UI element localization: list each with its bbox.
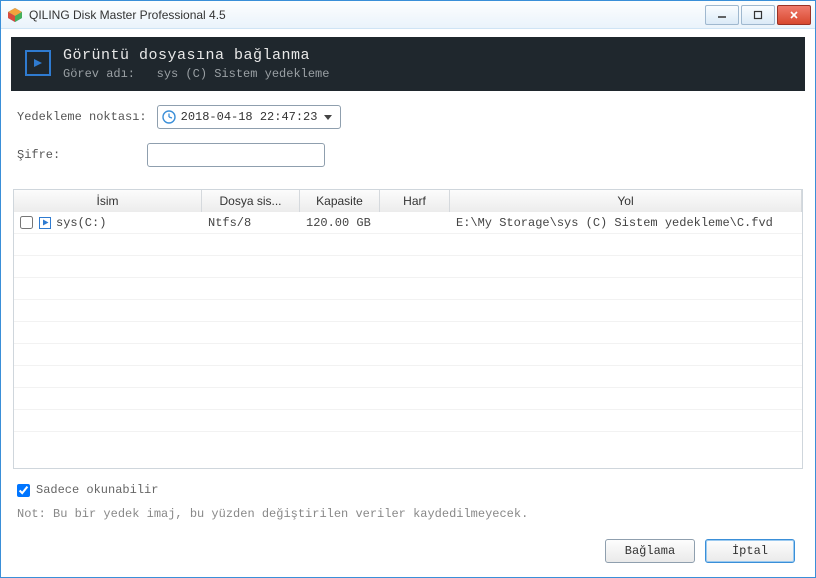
table-header-row: İsim Dosya sis... Kapasite Harf Yol <box>14 190 802 212</box>
backup-point-value: 2018-04-18 22:47:23 <box>181 110 318 124</box>
password-label: Şifre: <box>17 148 137 162</box>
readonly-label: Sadece okunabilir <box>36 483 158 497</box>
partition-table: İsim Dosya sis... Kapasite Harf Yol sys(… <box>13 189 803 469</box>
col-letter[interactable]: Harf <box>380 190 450 212</box>
subtitle-label: Görev adı: <box>63 67 135 81</box>
bottom-area: Sadece okunabilir Not: Bu bir yedek imaj… <box>11 469 805 567</box>
col-capacity[interactable]: Kapasite <box>300 190 380 212</box>
window-title: QILING Disk Master Professional 4.5 <box>29 8 705 22</box>
cell-capacity: 120.00 GB <box>300 216 380 230</box>
table-row <box>14 300 802 322</box>
table-row <box>14 366 802 388</box>
page-title: Görüntü dosyasına bağlanma <box>63 47 329 64</box>
table-body: sys(C:) Ntfs/8 120.00 GB E:\My Storage\s… <box>14 212 802 468</box>
password-row: Şifre: <box>17 143 799 167</box>
header-band: Görüntü dosyasına bağlanma Görev adı: sy… <box>11 37 805 91</box>
maximize-button[interactable] <box>741 5 775 25</box>
cell-path: E:\My Storage\sys (C) Sistem yedekleme\C… <box>450 216 802 230</box>
table-row <box>14 256 802 278</box>
table-row[interactable]: sys(C:) Ntfs/8 120.00 GB E:\My Storage\s… <box>14 212 802 234</box>
header-text-group: Görüntü dosyasına bağlanma Görev adı: sy… <box>63 47 329 81</box>
col-path[interactable]: Yol <box>450 190 802 212</box>
mount-image-icon <box>25 50 51 76</box>
chevron-down-icon <box>322 111 334 123</box>
window-buttons <box>705 5 811 25</box>
mount-button[interactable]: Bağlama <box>605 539 695 563</box>
readonly-row: Sadece okunabilir <box>17 483 799 497</box>
cell-filesystem: Ntfs/8 <box>202 216 300 230</box>
table-row <box>14 344 802 366</box>
table-row <box>14 388 802 410</box>
backup-point-select[interactable]: 2018-04-18 22:47:23 <box>157 105 342 129</box>
readonly-checkbox[interactable] <box>17 484 30 497</box>
backup-point-label: Yedekleme noktası: <box>17 110 147 124</box>
play-icon <box>39 217 51 229</box>
note-text: Not: Bu bir yedek imaj, bu yüzden değişt… <box>17 507 799 521</box>
button-row: Bağlama İptal <box>17 539 799 563</box>
form-area: Yedekleme noktası: 2018-04-18 22:47:23 Ş… <box>11 91 805 189</box>
app-window: QILING Disk Master Professional 4.5 Görü… <box>0 0 816 578</box>
row-checkbox[interactable] <box>20 216 33 229</box>
table-row <box>14 234 802 256</box>
table-row <box>14 278 802 300</box>
col-filesystem[interactable]: Dosya sis... <box>202 190 300 212</box>
page-subtitle: Görev adı: sys (C) Sistem yedekleme <box>63 67 329 81</box>
minimize-button[interactable] <box>705 5 739 25</box>
table-row <box>14 410 802 432</box>
password-input[interactable] <box>147 143 325 167</box>
client-area: Görüntü dosyasına bağlanma Görev adı: sy… <box>1 29 815 577</box>
titlebar: QILING Disk Master Professional 4.5 <box>1 1 815 29</box>
backup-point-row: Yedekleme noktası: 2018-04-18 22:47:23 <box>17 105 799 129</box>
clock-icon <box>162 110 176 124</box>
close-button[interactable] <box>777 5 811 25</box>
cancel-button[interactable]: İptal <box>705 539 795 563</box>
cell-name: sys(C:) <box>56 216 106 230</box>
table-row <box>14 322 802 344</box>
col-name[interactable]: İsim <box>14 190 202 212</box>
subtitle-value: sys (C) Sistem yedekleme <box>157 67 330 81</box>
app-logo-icon <box>7 7 23 23</box>
